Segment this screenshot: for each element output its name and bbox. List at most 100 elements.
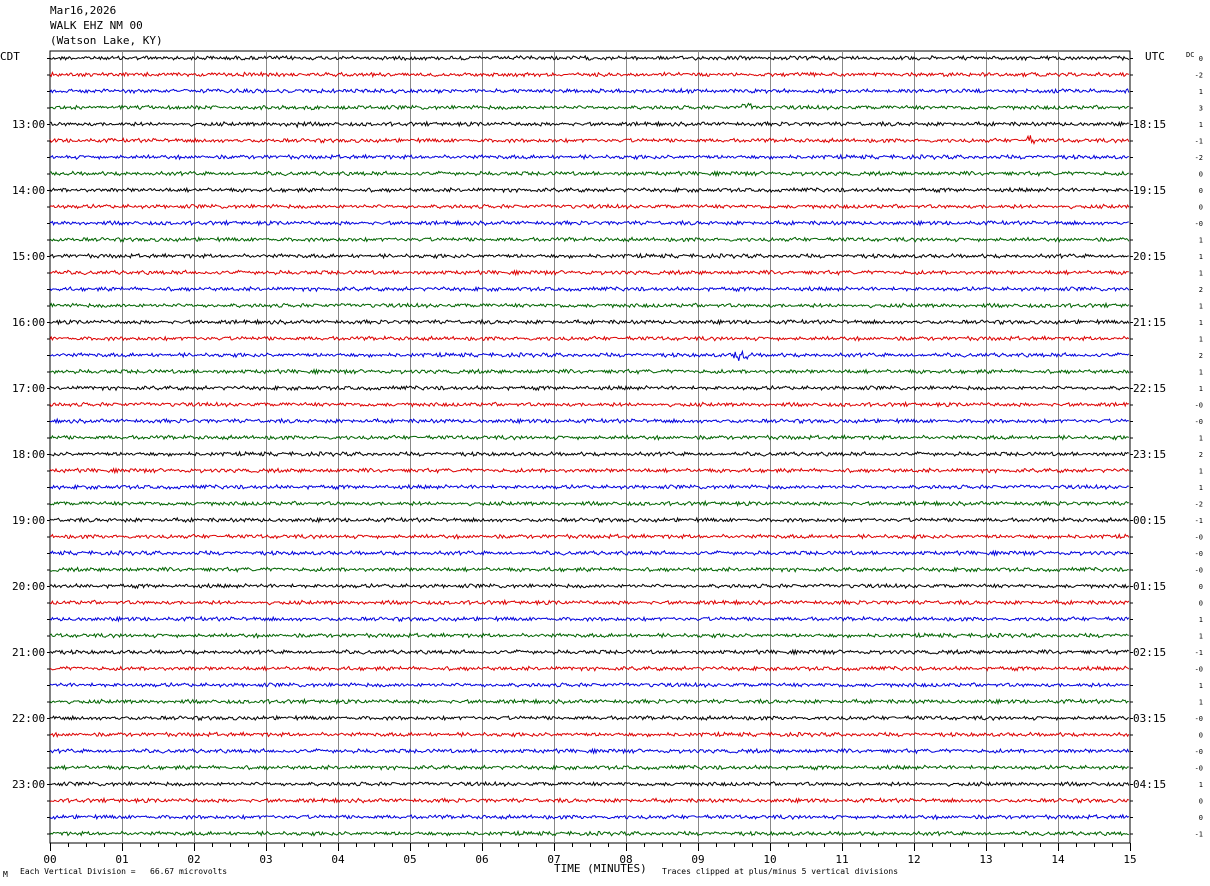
dc-offset-value: 0 [1199, 55, 1203, 63]
hour-label-right: 19:15 [1133, 184, 1166, 197]
dc-offset-value: 1 [1199, 385, 1203, 393]
dc-offset-value: -0 [1195, 666, 1203, 674]
dc-offset-value: -1 [1195, 517, 1203, 525]
trace-line [49, 730, 1130, 738]
dc-offset-value: 1 [1199, 468, 1203, 476]
x-tick-label: 05 [403, 853, 416, 866]
dc-offset-value: 1 [1199, 633, 1203, 641]
trace-line [49, 631, 1129, 639]
x-tick-label: 02 [187, 853, 200, 866]
hour-label-left: 15:00 [12, 250, 45, 263]
hour-label-right: 03:15 [1133, 712, 1166, 725]
trace-line [49, 384, 1130, 392]
hour-label-left: 22:00 [12, 712, 45, 725]
trace-group [49, 54, 1130, 837]
x-tick-label: 01 [115, 853, 128, 866]
dc-offset-value: -0 [1195, 402, 1203, 410]
trace-line [49, 598, 1130, 607]
dc-offset-value: 3 [1199, 105, 1203, 113]
dc-offset-value: 1 [1199, 253, 1203, 261]
trace-line [49, 252, 1129, 260]
hour-label-right: 01:15 [1133, 580, 1166, 593]
dc-offset-value: 2 [1199, 286, 1203, 294]
trace-line [49, 566, 1129, 573]
dc-offset-value: -2 [1195, 154, 1203, 162]
trace-line [49, 467, 1130, 475]
x-axis-title: TIME (MINUTES) [554, 862, 647, 875]
x-tick-label: 14 [1051, 853, 1065, 866]
trace-line [49, 648, 1130, 656]
dc-offset-value: -0 [1195, 220, 1203, 228]
dc-offset-value: 1 [1199, 435, 1203, 443]
dc-offset-value: 1 [1199, 484, 1203, 492]
dc-offset-value: -0 [1195, 550, 1203, 558]
trace-line [49, 450, 1130, 458]
trace-line [49, 269, 1129, 277]
trace-line [49, 54, 1130, 62]
hour-label-right: 21:15 [1133, 316, 1166, 329]
trace-line [49, 615, 1130, 623]
trace-line [49, 532, 1130, 540]
trace-line [49, 335, 1130, 342]
plot-grid [47, 50, 1133, 851]
dc-offset-value: 0 [1199, 187, 1203, 195]
dc-offset-value: 1 [1199, 781, 1203, 789]
trace-line [49, 747, 1130, 755]
trace-line [49, 714, 1130, 722]
dc-offset-value: -0 [1195, 715, 1203, 723]
dc-offset-value: -2 [1195, 501, 1203, 509]
dc-offset-value: 1 [1199, 682, 1203, 690]
dc-offset-value: -1 [1195, 649, 1203, 657]
dc-offset-value: -2 [1195, 72, 1203, 80]
trace-line [49, 681, 1129, 689]
x-tick-label: 11 [835, 853, 848, 866]
hour-label-left: 14:00 [12, 184, 45, 197]
dc-offset-value: 0 [1199, 600, 1203, 608]
hour-label-left: 21:00 [12, 646, 45, 659]
seismogram-helicorder: CDT UTC DC 13:00 14:00 15:00 16:00 17:00 18:00 19… [0, 50, 1203, 866]
x-tick-label: 13 [979, 853, 992, 866]
trace-line [49, 516, 1129, 524]
trace-line [49, 582, 1130, 590]
trace-line [49, 499, 1129, 508]
hour-label-left: 13:00 [12, 118, 45, 131]
trace-line [49, 813, 1130, 821]
trace-line [49, 170, 1129, 178]
trace-line [49, 764, 1129, 771]
dc-offset-value: -0 [1195, 534, 1203, 542]
trace-line [49, 186, 1129, 194]
hour-label-right: 18:15 [1133, 118, 1166, 131]
dc-offset-value: 0 [1199, 171, 1203, 179]
trace-line [49, 665, 1130, 672]
clip-note: Traces clipped at plus/minus 5 vertical … [662, 867, 899, 876]
trace-line [49, 301, 1130, 309]
trace-line [49, 203, 1130, 210]
dc-offset-value: 0 [1199, 798, 1203, 806]
trace-line [49, 780, 1130, 788]
dc-offset-value: 1 [1199, 121, 1203, 129]
x-tick-label: 04 [331, 853, 345, 866]
trace-line [49, 134, 1130, 146]
trace-line [49, 697, 1129, 706]
hour-label-left: 23:00 [12, 778, 45, 791]
dc-offset-value: 1 [1199, 699, 1203, 707]
x-tick-label: 12 [907, 853, 920, 866]
dc-offset-value: 0 [1199, 583, 1203, 591]
dc-offset-value: 0 [1199, 814, 1203, 822]
hour-label-left: 19:00 [12, 514, 45, 527]
dc-offset-value: -1 [1195, 831, 1203, 839]
trace-line [49, 368, 1130, 376]
dc-offset-value: -0 [1195, 418, 1203, 426]
hour-label-right: 02:15 [1133, 646, 1166, 659]
x-tick-label: 15 [1123, 853, 1136, 866]
plot-frame [49, 50, 1131, 844]
dc-offset-value: 0 [1199, 204, 1203, 212]
trace-line [49, 549, 1130, 557]
hour-label-right: 22:15 [1133, 382, 1166, 395]
dc-offset-value: 1 [1199, 88, 1203, 96]
dc-offset-value: -1 [1195, 138, 1203, 146]
hour-label-left: 16:00 [12, 316, 45, 329]
trace-line [49, 400, 1130, 409]
dc-offset-value: 1 [1199, 237, 1203, 245]
hour-label-right: 20:15 [1133, 250, 1166, 263]
